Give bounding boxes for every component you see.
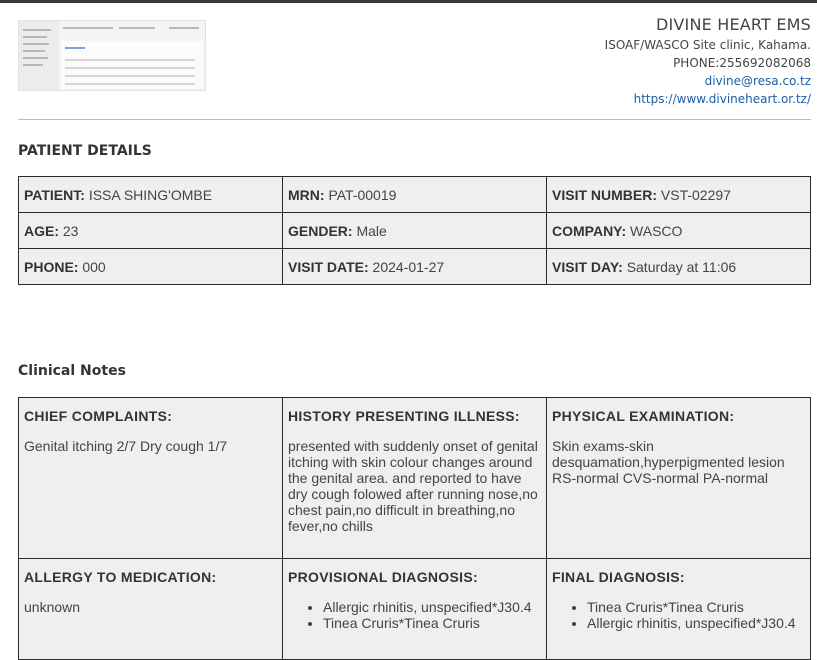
cell-value: ISSA SHING'OMBE: [88, 186, 213, 203]
cell-text: Skin exams-skin desquamation,hyperpigmen…: [552, 438, 785, 486]
history-cell: HISTORY PRESENTING ILLNESS: presented wi…: [282, 397, 547, 559]
cell-value: VST-02297: [660, 186, 731, 203]
org-name: DIVINE HEART EMS: [655, 15, 811, 34]
logo-sidebar: [19, 21, 59, 90]
cell-label: COMPANY:: [552, 222, 627, 239]
cell-label: CHIEF COMPLAINTS:: [24, 408, 173, 424]
cell-value: PAT-00019: [328, 186, 397, 203]
patient-name-cell: PATIENT: ISSA SHING'OMBE: [18, 176, 283, 213]
clinical-notes-table: CHIEF COMPLAINTS: Genital itching 2/7 Dr…: [18, 397, 811, 660]
cell-value: WASCO: [630, 222, 683, 239]
logo-line: [65, 59, 195, 61]
logo-line: [65, 83, 195, 85]
cell-label: VISIT NUMBER:: [552, 186, 657, 203]
cell-label: GENDER:: [288, 222, 353, 239]
allergy-cell: ALLERGY TO MEDICATION: unknown: [18, 558, 283, 660]
clinic-logo-thumbnail: [18, 20, 206, 91]
cell-text: presented with suddenly onset of genital…: [288, 438, 538, 534]
mrn-cell: MRN: PAT-00019: [282, 176, 547, 213]
logo-line: [65, 75, 195, 77]
cell-label: ALLERGY TO MEDICATION:: [24, 569, 217, 585]
table-row: PHONE: 000 VISIT DATE: 2024-01-27 VISIT …: [18, 248, 811, 285]
cell-text: unknown: [24, 599, 81, 615]
cell-value: 000: [82, 258, 106, 275]
logo-line: [63, 27, 113, 29]
logo-line: [65, 47, 85, 49]
logo-line: [23, 29, 51, 31]
diagnosis-list: Tinea Cruris*Tinea Cruris Allergic rhini…: [552, 599, 805, 631]
phone-number: PHONE:255692082068: [673, 56, 811, 70]
gender-cell: GENDER: Male: [282, 212, 547, 249]
logo-line: [65, 67, 195, 69]
list-item: Allergic rhinitis, unspecified*J30.4: [587, 615, 805, 631]
logo-line: [119, 27, 155, 29]
logo-line: [23, 64, 43, 66]
diagnosis-list: Allergic rhinitis, unspecified*J30.4 Tin…: [288, 599, 541, 631]
cell-label: VISIT DATE:: [288, 258, 369, 275]
cell-value: 23: [62, 222, 79, 239]
website-link[interactable]: https://www.divineheart.or.tz/: [605, 90, 811, 108]
visit-day-cell: VISIT DAY: Saturday at 11:06: [546, 248, 811, 285]
logo-main-panel: [61, 41, 203, 89]
top-bar: [0, 0, 817, 3]
list-item: Allergic rhinitis, unspecified*J30.4: [323, 599, 541, 615]
cell-label: VISIT DAY:: [552, 258, 623, 275]
cell-value: Saturday at 11:06: [626, 258, 737, 275]
patient-details-title: PATIENT DETAILS: [18, 143, 152, 159]
logo-line: [169, 27, 199, 29]
logo-line: [23, 57, 48, 59]
table-row: CHIEF COMPLAINTS: Genital itching 2/7 Dr…: [18, 397, 811, 559]
list-item: Tinea Cruris*Tinea Cruris: [323, 615, 541, 631]
table-row: ALLERGY TO MEDICATION: unknown PROVISION…: [18, 558, 811, 660]
cell-label: PATIENT:: [24, 186, 85, 203]
visit-date-cell: VISIT DATE: 2024-01-27: [282, 248, 547, 285]
patient-details-table: PATIENT: ISSA SHING'OMBE MRN: PAT-00019 …: [18, 176, 811, 285]
age-cell: AGE: 23: [18, 212, 283, 249]
table-row: PATIENT: ISSA SHING'OMBE MRN: PAT-00019 …: [18, 176, 811, 213]
email-link[interactable]: divine@resa.co.tz: [605, 72, 811, 90]
table-row: AGE: 23 GENDER: Male COMPANY: WASCO: [18, 212, 811, 249]
phone-cell: PHONE: 000: [18, 248, 283, 285]
provisional-diagnosis-cell: PROVISIONAL DIAGNOSIS: Allergic rhinitis…: [282, 558, 547, 660]
logo-line: [23, 50, 45, 52]
company-cell: COMPANY: WASCO: [546, 212, 811, 249]
logo-line: [23, 43, 49, 45]
cell-label: PROVISIONAL DIAGNOSIS:: [288, 569, 478, 585]
final-diagnosis-cell: FINAL DIAGNOSIS: Tinea Cruris*Tinea Crur…: [546, 558, 811, 660]
site-address: ISOAF/WASCO Site clinic, Kahama.: [604, 38, 811, 52]
cell-label: PHONE:: [24, 258, 79, 275]
cell-label: AGE:: [24, 222, 59, 239]
cell-label: MRN:: [288, 186, 325, 203]
cell-value: 2024-01-27: [372, 258, 445, 275]
cell-label: HISTORY PRESENTING ILLNESS:: [288, 408, 520, 424]
logo-line: [23, 36, 47, 38]
physical-exam-cell: PHYSICAL EXAMINATION: Skin exams-skin de…: [546, 397, 811, 559]
header-divider: [18, 119, 811, 120]
cell-value: Male: [356, 222, 387, 239]
chief-complaints-cell: CHIEF COMPLAINTS: Genital itching 2/7 Dr…: [18, 397, 283, 559]
cell-label: PHYSICAL EXAMINATION:: [552, 408, 735, 424]
list-item: Tinea Cruris*Tinea Cruris: [587, 599, 805, 615]
cell-label: FINAL DIAGNOSIS:: [552, 569, 685, 585]
visit-number-cell: VISIT NUMBER: VST-02297: [546, 176, 811, 213]
clinical-notes-title: Clinical Notes: [18, 363, 126, 379]
cell-text: Genital itching 2/7 Dry cough 1/7: [24, 438, 228, 454]
clinic-header: DIVINE HEART EMS ISOAF/WASCO Site clinic…: [605, 14, 811, 108]
